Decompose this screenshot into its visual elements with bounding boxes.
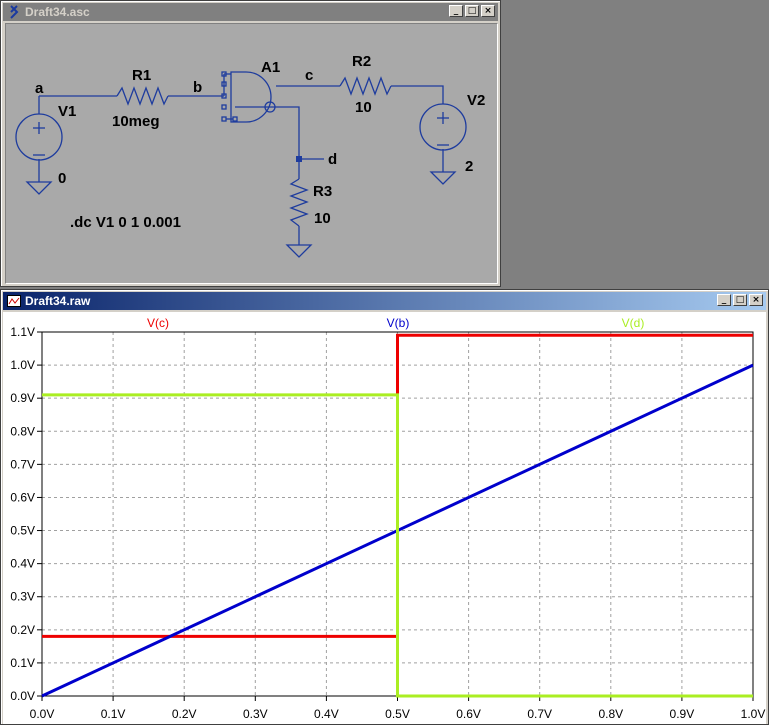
close-button[interactable]: ×	[481, 5, 495, 17]
schematic-titlebar[interactable]: Draft34.asc _ □ ×	[3, 3, 498, 21]
resistor-r3-icon	[289, 178, 309, 227]
x-tick-label: 0.0V	[30, 707, 55, 721]
node-label-c: c	[305, 67, 313, 84]
plot-window[interactable]: Draft34.raw _ □ × 0.0V 0.1V 0.2V 0.3V 0.4V 0.…	[0, 289, 769, 725]
close-button[interactable]: ×	[749, 294, 763, 306]
waveform-plot: 0.0V 0.1V 0.2V 0.3V 0.4V 0.5V 0.6V 0.7V 0.8V 0.9V…	[10, 316, 766, 721]
y-tick-label: 0.4V	[10, 557, 35, 571]
x-tick-label: 0.4V	[314, 707, 339, 721]
voltage-source-v2-icon	[419, 103, 467, 151]
schematic-window[interactable]: Draft34.asc _ □ × a V1 0 R1 10meg b A1 c…	[0, 0, 501, 287]
x-tick-label: 0.2V	[172, 707, 197, 721]
x-tick-label: 0.3V	[243, 707, 268, 721]
x-tick-label: 0.6V	[456, 707, 481, 721]
v1-value: 0	[58, 170, 66, 187]
y-tick-label: 1.1V	[10, 325, 35, 339]
r2-label: R2	[352, 53, 371, 70]
y-tick-label: 0.3V	[10, 590, 35, 604]
node-label-a: a	[35, 80, 44, 97]
x-tick-label: 1.0V	[741, 707, 766, 721]
y-tick-label: 1.0V	[10, 358, 35, 372]
y-tick-label: 0.0V	[10, 689, 35, 703]
r2-value: 10	[355, 99, 372, 116]
ltspice-schematic-icon	[7, 5, 21, 19]
ground-icon	[429, 171, 457, 185]
x-tick-label: 0.5V	[385, 707, 410, 721]
schematic-title: Draft34.asc	[25, 5, 90, 19]
a1-label: A1	[261, 59, 280, 76]
y-tick-label: 0.9V	[10, 391, 35, 405]
y-tick-label: 0.7V	[10, 457, 35, 471]
y-tick-label: 0.1V	[10, 656, 35, 670]
ground-icon	[285, 244, 313, 258]
schematic-canvas[interactable]: a V1 0 R1 10meg b A1 c R2 10 V2 2 d R3 1…	[5, 23, 498, 284]
x-tick-label: 0.1V	[101, 707, 126, 721]
x-tick-label: 0.9V	[670, 707, 695, 721]
nand-gate-a1-icon	[221, 71, 276, 123]
v1-label: V1	[58, 103, 76, 120]
y-tick-label: 0.8V	[10, 424, 35, 438]
r1-label: R1	[132, 67, 151, 84]
resistor-r2-icon	[339, 76, 392, 96]
maximize-button[interactable]: □	[465, 5, 479, 17]
wire	[235, 106, 300, 159]
resistor-r1-icon	[116, 86, 169, 106]
r3-value: 10	[314, 210, 331, 227]
y-tick-label: 0.5V	[10, 524, 35, 538]
plot-titlebar[interactable]: Draft34.raw _ □ ×	[3, 292, 766, 310]
maximize-button[interactable]: □	[733, 294, 747, 306]
minimize-button[interactable]: _	[717, 294, 731, 306]
voltage-source-v1-icon	[15, 113, 63, 161]
node-label-d: d	[328, 151, 337, 168]
v2-label: V2	[467, 92, 485, 109]
r3-label: R3	[313, 183, 332, 200]
junction-dot	[296, 156, 302, 162]
node-label-b: b	[193, 79, 202, 96]
wire	[391, 85, 444, 104]
x-tick-label: 0.7V	[527, 707, 552, 721]
plot-canvas[interactable]: 0.0V 0.1V 0.2V 0.3V 0.4V 0.5V 0.6V 0.7V 0.8V 0.9V…	[3, 312, 766, 724]
r1-value: 10meg	[112, 113, 160, 130]
plot-title: Draft34.raw	[25, 294, 91, 308]
ground-icon	[25, 181, 53, 195]
waveform-viewer-icon	[7, 294, 21, 308]
legend-entry: V(c)	[147, 316, 169, 330]
y-tick-label: 0.2V	[10, 623, 35, 637]
minimize-button[interactable]: _	[449, 5, 463, 17]
y-tick-label: 0.6V	[10, 490, 35, 504]
legend-entry: V(d)	[622, 316, 645, 330]
spice-directive: .dc V1 0 1 0.001	[70, 214, 181, 231]
legend-entry: V(b)	[387, 316, 410, 330]
x-tick-label: 0.8V	[598, 707, 623, 721]
series-line-vd	[42, 393, 753, 698]
v2-value: 2	[465, 158, 473, 175]
